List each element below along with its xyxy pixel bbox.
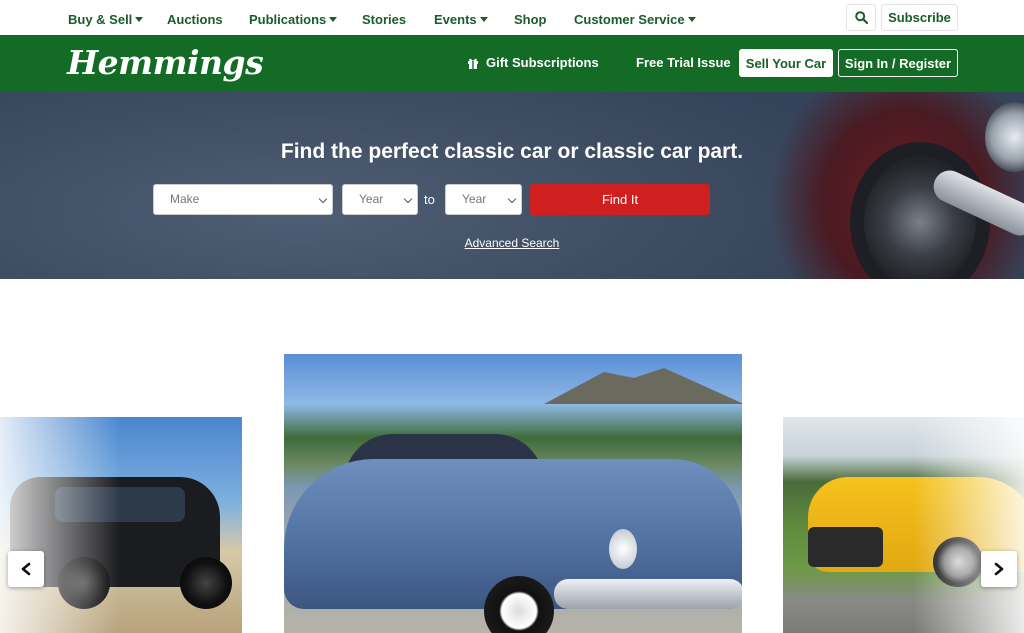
find-it-button[interactable]: Find It: [530, 184, 710, 215]
year-from-select[interactable]: Year: [342, 184, 418, 215]
sell-your-car-button[interactable]: Sell Your Car: [739, 49, 833, 77]
nav-shop[interactable]: Shop: [514, 12, 547, 27]
slide-fade: [0, 417, 120, 633]
nav-events-label: Events: [434, 12, 477, 27]
hero-title: Find the perfect classic car or classic …: [280, 140, 744, 163]
carousel-prev-button[interactable]: [8, 551, 44, 587]
nav-buy-sell[interactable]: Buy & Sell: [68, 12, 144, 27]
carousel-next-button[interactable]: [981, 551, 1017, 587]
nav-publications-label: Publications: [249, 12, 327, 27]
advanced-search-link[interactable]: Advanced Search: [465, 236, 560, 250]
advanced-search-row: Advanced Search: [0, 234, 1024, 252]
search-icon: [855, 11, 868, 24]
car-bumper: [554, 579, 742, 609]
caret-down-icon: [479, 17, 488, 22]
mountain-image: [544, 368, 742, 404]
slide-fade: [914, 417, 1024, 633]
make-select-value: Make: [170, 192, 200, 206]
chevron-down-icon: [507, 194, 517, 204]
nav-customer-service[interactable]: Customer Service: [574, 12, 696, 27]
chevron-down-icon: [403, 194, 413, 204]
chevron-down-icon: [318, 194, 328, 204]
sign-in-register-button[interactable]: Sign In / Register: [838, 49, 958, 77]
nav-stories-label: Stories: [362, 12, 407, 27]
gift-subscriptions-link[interactable]: Gift Subscriptions: [467, 55, 599, 70]
nav-shop-label: Shop: [514, 12, 547, 27]
free-trial-issue-link[interactable]: Free Trial Issue: [636, 55, 731, 70]
nav-buy-sell-label: Buy & Sell: [68, 12, 133, 27]
car-headlight: [609, 529, 637, 569]
hemmings-logo[interactable]: Hemmings: [67, 43, 264, 82]
carousel-slide-previous[interactable]: [0, 417, 242, 633]
chevron-left-icon: [21, 562, 31, 576]
car-grille: [808, 527, 883, 567]
caret-down-icon: [687, 17, 696, 22]
nav-publications[interactable]: Publications: [249, 12, 338, 27]
top-navigation: Buy & Sell Auctions Publications Stories…: [0, 0, 1024, 35]
to-label: to: [424, 192, 435, 207]
subscribe-button[interactable]: Subscribe: [881, 4, 958, 31]
year-to-value: Year: [462, 192, 487, 206]
make-select[interactable]: Make: [153, 184, 333, 215]
chevron-right-icon: [994, 562, 1004, 576]
search-button[interactable]: [846, 4, 876, 31]
car-wheel: [180, 557, 232, 609]
carousel-slide-active[interactable]: [284, 354, 742, 633]
nav-stories[interactable]: Stories: [362, 12, 406, 27]
caret-down-icon: [329, 17, 338, 22]
nav-customer-service-label: Customer Service: [574, 12, 685, 27]
nav-auctions[interactable]: Auctions: [167, 12, 223, 27]
carousel-slide-next[interactable]: [783, 417, 1024, 633]
nav-auctions-label: Auctions: [167, 12, 223, 27]
gift-subscriptions-label: Gift Subscriptions: [486, 55, 599, 70]
year-from-value: Year: [359, 192, 384, 206]
nav-events[interactable]: Events: [434, 12, 488, 27]
caret-down-icon: [135, 17, 144, 22]
gift-icon: [468, 58, 478, 69]
year-to-select[interactable]: Year: [445, 184, 522, 215]
